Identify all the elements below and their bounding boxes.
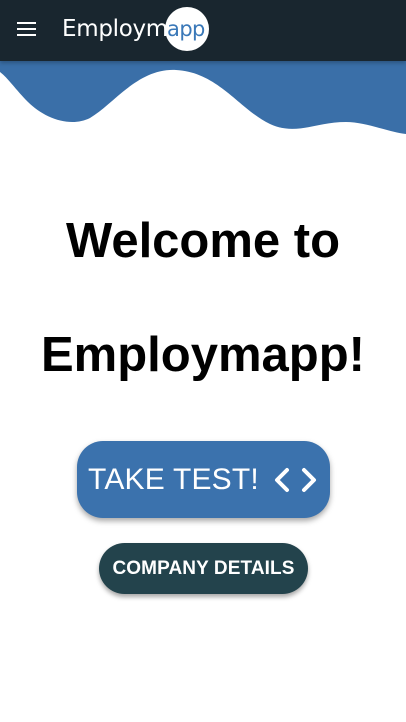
logo-circle: app xyxy=(164,7,209,51)
logo-text: Employm xyxy=(62,15,168,42)
app-bar: Employm app xyxy=(0,0,406,61)
header-wave-decoration xyxy=(0,58,406,134)
hamburger-menu-icon[interactable] xyxy=(16,19,38,41)
welcome-title-line1: Welcome to xyxy=(65,214,341,268)
company-details-button[interactable]: COMPANY DETAILS xyxy=(99,543,308,594)
welcome-title-line2: Employmapp! xyxy=(41,328,365,382)
app-screen: Employm app Welcome to Employmapp! TAKE … xyxy=(0,0,406,722)
code-icon xyxy=(274,467,316,492)
employmapp-logo: Employm app xyxy=(62,7,209,51)
take-test-button[interactable]: TAKE TEST! xyxy=(77,441,330,518)
company-details-label: COMPANY DETAILS xyxy=(112,557,295,579)
logo-circle-text: app xyxy=(167,16,205,41)
take-test-label: TAKE TEST! xyxy=(88,462,259,496)
